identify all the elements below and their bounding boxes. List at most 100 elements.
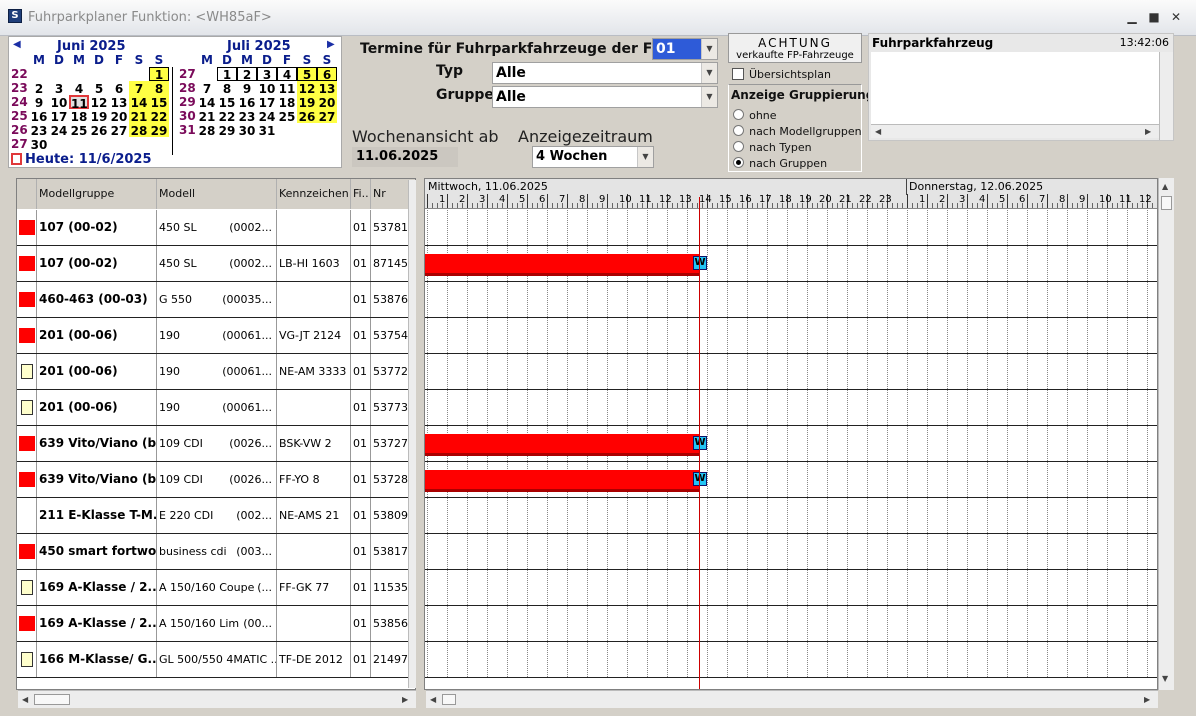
gruppierung-option[interactable]: nach Gruppen: [733, 152, 862, 170]
table-row[interactable]: 169 A-Klasse / 2... A 150/160 Coupe (... …: [17, 570, 415, 606]
column-header-modell[interactable]: Modell: [157, 179, 277, 209]
calendar-day[interactable]: 19: [89, 109, 109, 124]
scroll-right-icon[interactable]: ▶: [1144, 695, 1150, 704]
calendar-day[interactable]: 18: [277, 95, 297, 110]
table-row[interactable]: 201 (00-06) 190 (00061... 01 53773: [17, 390, 415, 426]
table-row[interactable]: 166 M-Klasse/ G... GL 500/550 4MATIC ...…: [17, 642, 415, 678]
today-label[interactable]: Heute: 11/6/2025: [25, 152, 152, 167]
scroll-left-icon[interactable]: ◀: [875, 127, 881, 136]
calendar-day[interactable]: 6: [109, 81, 129, 96]
chevron-down-icon[interactable]: ▼: [701, 87, 717, 107]
calendar-day[interactable]: 20: [109, 109, 129, 124]
w-badge[interactable]: W: [693, 256, 707, 270]
calendar-day[interactable]: 25: [277, 109, 297, 124]
calendar-day[interactable]: 20: [317, 95, 337, 110]
column-header-kennzeichen[interactable]: Kennzeichen: [277, 179, 351, 209]
wochen-field[interactable]: 11.06.2025: [352, 147, 458, 167]
table-row[interactable]: 450 smart fortwo ... business cdi (003...…: [17, 534, 415, 570]
timeline-row[interactable]: [425, 282, 1157, 318]
timeline-hscroll[interactable]: ◀ ▶: [426, 690, 1158, 708]
calendar-day[interactable]: 28: [129, 123, 149, 138]
scroll-right-icon[interactable]: ▶: [402, 695, 408, 704]
timeline-row[interactable]: [425, 642, 1157, 678]
gruppierung-option[interactable]: ohne: [733, 104, 862, 122]
close-icon[interactable]: ✕: [1168, 9, 1184, 25]
calendar-day[interactable]: 29: [217, 123, 237, 138]
table-row[interactable]: 639 Vito/Viano (b... 109 CDI (0026... BSK…: [17, 426, 415, 462]
calendar-day[interactable]: 7: [129, 81, 149, 96]
timeline-row[interactable]: W: [425, 426, 1157, 462]
table-row[interactable]: 460-463 (00-03) G 550 (00035... 01 53876: [17, 282, 415, 318]
calendar-month-june[interactable]: M D M D F S S 22 1 23 2 3 4 5 6 7 8 24 9 10 11 12 13 14 15 25 16 17…: [11, 53, 169, 152]
achtung-button[interactable]: ACHTUNG verkaufte FP-Fahrzeuge: [728, 33, 862, 63]
calendar-day[interactable]: 25: [69, 123, 89, 138]
calendar-day[interactable]: 13: [109, 95, 129, 110]
timeline-body[interactable]: W W W: [425, 210, 1157, 689]
timeline-row[interactable]: W: [425, 462, 1157, 498]
calendar-day[interactable]: 12: [297, 81, 317, 96]
prev-month-icon[interactable]: ◀: [13, 39, 21, 50]
calendar-day[interactable]: 18: [69, 109, 89, 124]
w-badge[interactable]: W: [693, 436, 707, 450]
calendar-day[interactable]: 8: [149, 81, 169, 96]
scroll-left-icon[interactable]: ◀: [430, 695, 436, 704]
calendar-day[interactable]: 26: [297, 109, 317, 124]
calendar-day[interactable]: 10: [257, 81, 277, 96]
calendar-day[interactable]: 3: [49, 81, 69, 96]
chevron-down-icon[interactable]: ▼: [701, 63, 717, 83]
timeline-row[interactable]: [425, 606, 1157, 642]
calendar-day[interactable]: 7: [197, 81, 217, 96]
scroll-thumb[interactable]: [442, 694, 456, 705]
radio-icon[interactable]: [733, 157, 744, 168]
column-header-filiale[interactable]: Fi..: [351, 179, 371, 209]
calendar-day[interactable]: 23: [29, 123, 49, 138]
calendar-day[interactable]: 14: [129, 95, 149, 110]
calendar-day[interactable]: 17: [49, 109, 69, 124]
table-hscroll[interactable]: ◀ ▶: [18, 690, 416, 708]
calendar-day[interactable]: 5: [297, 67, 317, 82]
radio-icon[interactable]: [733, 141, 744, 152]
scroll-left-icon[interactable]: ◀: [22, 695, 28, 704]
timeline-grid[interactable]: Mittwoch, 11.06.2025 Donnerstag, 12.06.2…: [424, 178, 1158, 690]
gruppe-select[interactable]: Alle ▼: [492, 86, 718, 108]
timeline-row[interactable]: [425, 534, 1157, 570]
radio-icon[interactable]: [733, 125, 744, 136]
column-header-modellgruppe[interactable]: Modellgruppe: [37, 179, 157, 209]
calendar-day[interactable]: 3: [257, 67, 277, 82]
calendar-day[interactable]: 31: [257, 123, 277, 138]
minimize-icon[interactable]: ▁: [1124, 9, 1140, 25]
table-row[interactable]: 201 (00-06) 190 (00061... VG-JT 2124 01 5…: [17, 318, 415, 354]
calendar-day[interactable]: 15: [217, 95, 237, 110]
table-row[interactable]: 639 Vito/Viano (b... 109 CDI (0026... FF-…: [17, 462, 415, 498]
calendar[interactable]: ◀ Juni 2025 Juli 2025 ▶ M D M D F S S 22 1 23 2 3 4 5…: [8, 36, 342, 168]
calendar-day[interactable]: 13: [317, 81, 337, 96]
calendar-day[interactable]: 29: [149, 123, 169, 138]
timeline-row[interactable]: [425, 210, 1157, 246]
table-body[interactable]: 107 (00-02) 450 SL (0002... 01 53781 107 …: [17, 210, 415, 689]
calendar-day[interactable]: 11: [69, 95, 89, 111]
calendar-day[interactable]: 30: [29, 137, 49, 152]
timeline-row[interactable]: [425, 498, 1157, 534]
calendar-day[interactable]: 1: [149, 67, 169, 82]
table-row[interactable]: 211 E-Klasse T-M... E 220 CDI (002... NE-…: [17, 498, 415, 534]
calendar-day[interactable]: 9: [237, 81, 257, 96]
calendar-day[interactable]: 11: [277, 81, 297, 96]
table-vscroll[interactable]: [408, 180, 416, 688]
calendar-day[interactable]: 4: [277, 67, 297, 82]
calendar-day[interactable]: 22: [217, 109, 237, 124]
calendar-day[interactable]: 22: [149, 109, 169, 124]
timeline-row[interactable]: [425, 354, 1157, 390]
uebersicht-checkbox[interactable]: [732, 68, 744, 80]
fp-panel-vscroll[interactable]: [1159, 52, 1173, 140]
calendar-day[interactable]: 21: [197, 109, 217, 124]
calendar-day[interactable]: 16: [237, 95, 257, 110]
gruppierung-options[interactable]: ohne nach Modellgruppen nach Typen nach …: [733, 104, 862, 170]
radio-icon[interactable]: [733, 109, 744, 120]
calendar-day[interactable]: 6: [317, 67, 337, 82]
calendar-day[interactable]: 30: [237, 123, 257, 138]
calendar-day[interactable]: 26: [89, 123, 109, 138]
maximize-icon[interactable]: ■: [1146, 9, 1162, 25]
booking-bar[interactable]: [425, 434, 699, 456]
gruppierung-option[interactable]: nach Modellgruppen: [733, 120, 862, 138]
calendar-day[interactable]: 2: [237, 67, 257, 82]
